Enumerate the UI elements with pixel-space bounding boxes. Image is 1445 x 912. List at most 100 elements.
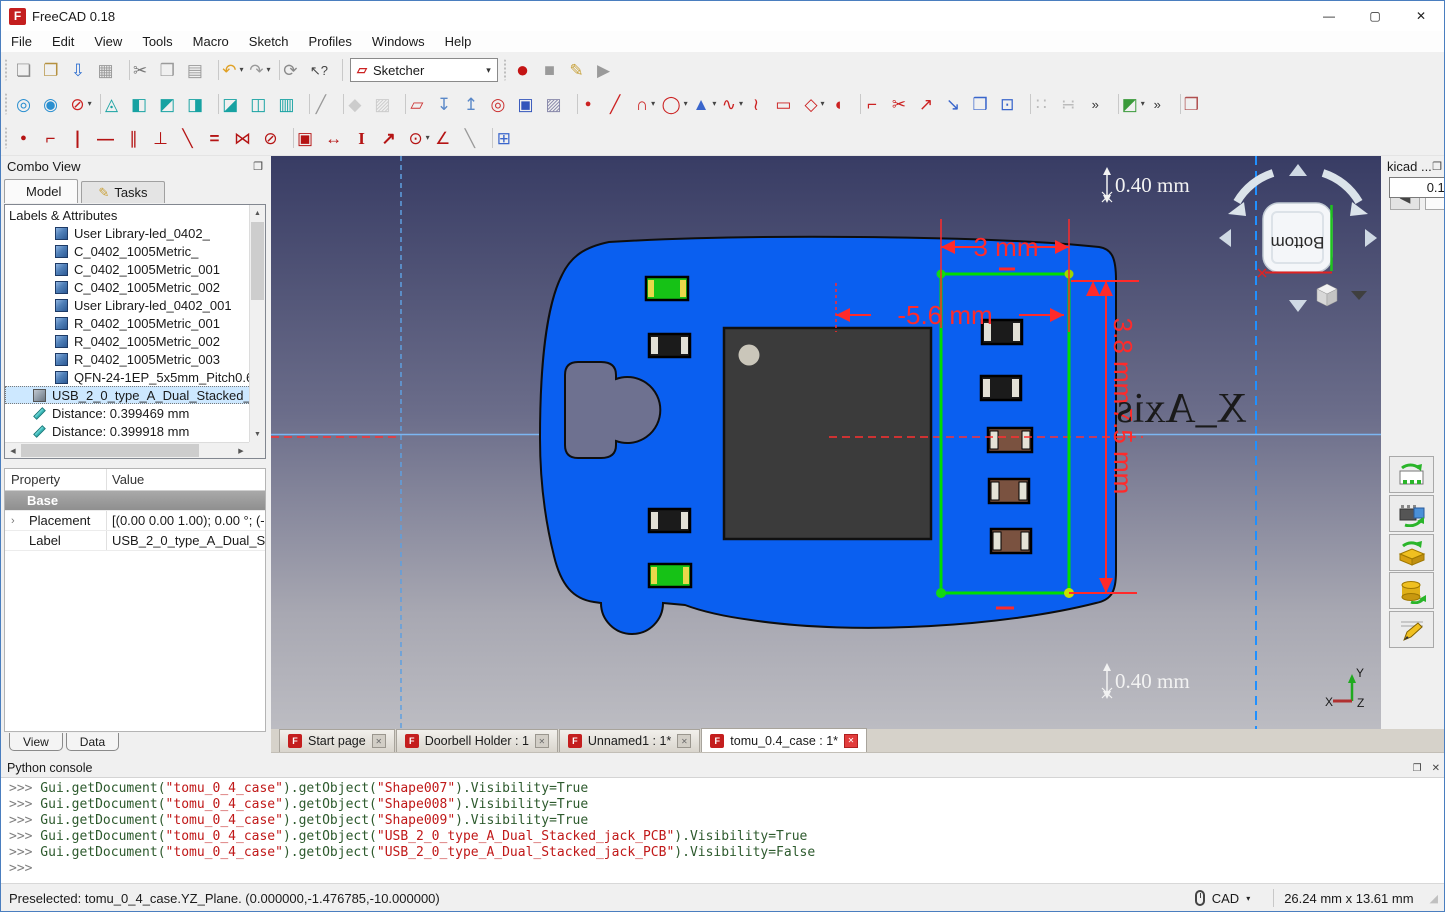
scroll-left-icon[interactable]: ◀ bbox=[5, 443, 21, 458]
point-button[interactable]: ● bbox=[580, 91, 607, 118]
scroll-right-icon[interactable]: ▶ bbox=[233, 443, 249, 458]
smd-led-1[interactable] bbox=[646, 277, 688, 300]
refresh-button[interactable]: ⟳ bbox=[282, 57, 309, 84]
3d-viewport[interactable]: 3 mm -5.6 mm bbox=[271, 156, 1381, 729]
menu-view[interactable]: View bbox=[84, 31, 132, 52]
tree-vertical-scrollbar[interactable]: ▲ ▼ bbox=[249, 205, 265, 442]
toolbar-overflow-icon[interactable]: » bbox=[1087, 91, 1114, 118]
close-tab-icon[interactable]: ✕ bbox=[844, 734, 858, 748]
doc-tab-start-page[interactable]: F Start page ✕ bbox=[279, 729, 395, 752]
property-row-label[interactable]: Label USB_2_0_type_A_Dual_Sta... bbox=[5, 531, 265, 551]
measure-distance-button[interactable]: ╱ bbox=[312, 91, 339, 118]
right-view-button[interactable]: ◨ bbox=[186, 91, 214, 118]
export-board-button[interactable] bbox=[1389, 534, 1434, 571]
tree-item-qfn-24-1ep[interactable]: QFN-24-1EP_5x5mm_Pitch0.65 bbox=[5, 368, 265, 386]
constraint-vertical-button[interactable]: ∣ bbox=[69, 125, 96, 152]
copy-button[interactable]: ❒ bbox=[159, 57, 186, 84]
resize-grip[interactable]: ◢ bbox=[1430, 892, 1438, 905]
bspline-button[interactable]: ∿▾ bbox=[720, 91, 747, 118]
constraint-radius-button[interactable]: ⊙▾ bbox=[407, 125, 434, 152]
whats-this-button[interactable]: ↖? bbox=[309, 57, 339, 84]
export-solid-button[interactable] bbox=[1389, 572, 1434, 609]
print-button[interactable]: ▦ bbox=[97, 57, 125, 84]
float-panel-icon[interactable]: ❐ bbox=[253, 160, 263, 173]
expander-icon[interactable]: › bbox=[11, 515, 15, 527]
python-console-output[interactable]: >>> Gui.getDocument("tomu_0_4_case").get… bbox=[1, 777, 1445, 883]
constraint-angle-button[interactable]: ∠ bbox=[434, 125, 461, 152]
tab-model[interactable]: Model bbox=[4, 179, 78, 203]
menu-profiles[interactable]: Profiles bbox=[299, 31, 362, 52]
constraint-lock-button[interactable]: ▣ bbox=[296, 125, 324, 152]
property-group-base[interactable]: Base bbox=[5, 491, 107, 510]
close-tab-icon[interactable]: ✕ bbox=[535, 734, 549, 748]
paste-button[interactable]: ▤ bbox=[186, 57, 214, 84]
tree-item-c-0402-1005metric-002[interactable]: C_0402_1005Metric_002 bbox=[5, 278, 265, 296]
front-view-button[interactable]: ◧ bbox=[130, 91, 158, 118]
constraint-horizontal-button[interactable]: ― bbox=[96, 125, 125, 152]
doc-tab-doorbell-holder[interactable]: F Doorbell Holder : 1 ✕ bbox=[396, 729, 558, 752]
tree-item-distance-2[interactable]: Distance: 0.399918 mm bbox=[5, 422, 265, 440]
create-sketch-button[interactable]: ▱ bbox=[408, 91, 435, 118]
map-sketch-button[interactable]: ▨ bbox=[545, 91, 573, 118]
smd-led-2[interactable] bbox=[649, 564, 691, 587]
constraint-block-button[interactable]: ⊘ bbox=[262, 125, 289, 152]
float-panel-icon[interactable]: ❐ bbox=[1432, 160, 1442, 173]
smd-resistor-3[interactable] bbox=[991, 529, 1031, 553]
smd-resistor-1[interactable] bbox=[988, 428, 1032, 452]
fit-all-button[interactable]: ◎ bbox=[15, 91, 42, 118]
chevron-down-icon[interactable]: ▾ bbox=[480, 59, 497, 81]
fillet-button[interactable]: ⌐ bbox=[863, 91, 890, 118]
clone-button[interactable]: ⊞ bbox=[495, 125, 522, 152]
property-row-placement[interactable]: › Placement [(0.00 0.00 1.00); 0.00 °; (… bbox=[5, 511, 265, 531]
tree-item-usb-2-0-type-a[interactable]: USB_2_0_type_A_Dual_Stacked_jac bbox=[5, 386, 265, 404]
sketch-export-button[interactable]: ❒ bbox=[1183, 91, 1210, 118]
view-section-button[interactable]: ▣ bbox=[516, 91, 544, 118]
tree-item-user-library-led-0402[interactable]: User Library-led_0402_ bbox=[5, 224, 265, 242]
close-button[interactable]: ✕ bbox=[1398, 1, 1444, 31]
zoom-selection-button[interactable]: ◉ bbox=[42, 91, 69, 118]
menu-edit[interactable]: Edit bbox=[42, 31, 84, 52]
toggle-driving-constraint-button[interactable]: ╲ bbox=[461, 125, 488, 152]
edit-macro-button[interactable]: ✎ bbox=[568, 57, 595, 84]
tree-root-label[interactable]: Labels & Attributes bbox=[5, 205, 265, 224]
scroll-down-icon[interactable]: ▼ bbox=[250, 426, 265, 442]
tab-view[interactable]: View bbox=[9, 733, 63, 751]
kicad-tolerance-field-3[interactable]: 0.10 bbox=[1389, 177, 1445, 198]
smd-capacitor-4[interactable] bbox=[981, 376, 1021, 400]
external-geometry-button[interactable]: ↘ bbox=[944, 91, 971, 118]
menu-tools[interactable]: Tools bbox=[132, 31, 182, 52]
trim-button[interactable]: ✂ bbox=[890, 91, 917, 118]
menu-file[interactable]: File bbox=[1, 31, 42, 52]
import-sketch-button[interactable]: ↧ bbox=[435, 91, 462, 118]
constraint-distance-button[interactable]: ↗ bbox=[380, 125, 407, 152]
constraint-horizontal-distance-button[interactable]: ↔ bbox=[324, 125, 353, 152]
bottom-view-button[interactable]: ◫ bbox=[249, 91, 277, 118]
close-tab-icon[interactable]: ✕ bbox=[372, 734, 386, 748]
constraint-vertical-distance-button[interactable]: I bbox=[353, 125, 380, 152]
cut-button[interactable]: ✂ bbox=[132, 57, 159, 84]
smd-capacitor-2[interactable] bbox=[649, 509, 690, 532]
tree-horizontal-scrollbar[interactable]: ◀ ▶ bbox=[5, 442, 249, 458]
extend-button[interactable]: ↗ bbox=[917, 91, 944, 118]
tree-item-user-library-led-0402-001[interactable]: User Library-led_0402_001 bbox=[5, 296, 265, 314]
float-panel-icon[interactable]: ❐ bbox=[1413, 763, 1422, 774]
undo-button[interactable]: ↶▾ bbox=[221, 57, 248, 84]
tree-item-r-0402-1005metric-001[interactable]: R_0402_1005Metric_001 bbox=[5, 314, 265, 332]
polyline-button[interactable]: ≀ bbox=[747, 91, 774, 118]
close-panel-icon[interactable]: ✕ bbox=[1432, 763, 1440, 774]
conic-button[interactable]: ▲▾ bbox=[692, 91, 721, 118]
record-macro-button[interactable]: ● bbox=[514, 57, 541, 84]
axonometric-view-button[interactable]: ◬ bbox=[103, 91, 130, 118]
element-face-button[interactable]: ◩▾ bbox=[1121, 91, 1149, 118]
left-view-button[interactable]: ▥ bbox=[277, 91, 305, 118]
bspline-knot-button[interactable]: ∺ bbox=[1060, 91, 1087, 118]
arc-button[interactable]: ∩▾ bbox=[634, 91, 661, 118]
tree-item-c-0402-1005metric-001[interactable]: C_0402_1005Metric_001 bbox=[5, 260, 265, 278]
menu-help[interactable]: Help bbox=[435, 31, 482, 52]
constraint-tangent-button[interactable]: ╲ bbox=[179, 125, 206, 152]
new-file-button[interactable]: ❏ bbox=[15, 57, 42, 84]
constraint-equal-button[interactable]: = bbox=[206, 125, 233, 152]
save-button[interactable]: ⇩ bbox=[70, 57, 97, 84]
redo-button[interactable]: ↷▾ bbox=[248, 57, 275, 84]
polygon-button[interactable]: ◇▾ bbox=[802, 91, 829, 118]
